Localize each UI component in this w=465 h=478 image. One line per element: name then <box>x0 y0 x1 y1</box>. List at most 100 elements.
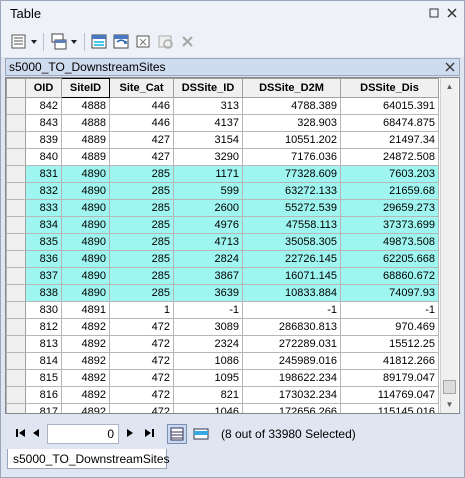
row-selector[interactable] <box>6 165 26 183</box>
table-cell[interactable]: 4889 <box>61 148 110 166</box>
table-cell[interactable]: 41812.266 <box>340 352 439 370</box>
table-cell[interactable]: 3639 <box>173 284 243 302</box>
table-cell[interactable]: 840 <box>25 148 62 166</box>
table-cell[interactable]: 4892 <box>61 369 110 387</box>
row-selector[interactable] <box>6 284 26 302</box>
table-row[interactable]: 837 4890 285 3867 16071.145 68860.672 <box>6 267 439 285</box>
table-cell[interactable]: 2324 <box>173 335 243 353</box>
table-cell[interactable]: 313 <box>173 97 243 115</box>
table-row[interactable]: 813 4892 472 2324 272289.031 15512.25 <box>6 335 439 353</box>
column-header-site-cat[interactable]: Site_Cat <box>109 78 174 98</box>
table-cell[interactable]: 843 <box>25 114 62 132</box>
table-cell[interactable]: 599 <box>173 182 243 200</box>
table-cell[interactable]: 815 <box>25 369 62 387</box>
table-cell[interactable]: 4890 <box>61 165 110 183</box>
clear-selection-button[interactable] <box>134 32 154 52</box>
scroll-down-button[interactable]: ▼ <box>441 396 458 413</box>
table-cell[interactable]: 446 <box>109 114 174 132</box>
column-header-dssite-id[interactable]: DSSite_ID <box>173 78 243 98</box>
show-selected-records-button[interactable] <box>191 424 211 444</box>
table-cell[interactable]: 245989.016 <box>242 352 341 370</box>
table-row[interactable]: 817 4892 472 1046 172656.266 115145.016 <box>6 403 439 413</box>
table-cell[interactable]: 4890 <box>61 250 110 268</box>
row-selector[interactable] <box>6 250 26 268</box>
row-selector[interactable] <box>6 335 26 353</box>
table-cell[interactable]: 22726.145 <box>242 250 341 268</box>
table-cell[interactable]: 4890 <box>61 216 110 234</box>
table-row[interactable]: 831 4890 285 1171 77328.609 7603.203 <box>6 165 439 183</box>
table-cell[interactable]: 4888 <box>61 114 110 132</box>
table-cell[interactable]: 198622.234 <box>242 369 341 387</box>
table-cell[interactable]: 89179.047 <box>340 369 439 387</box>
table-row[interactable]: 815 4892 472 1095 198622.234 89179.047 <box>6 369 439 387</box>
row-selector[interactable] <box>6 97 26 115</box>
last-record-button[interactable] <box>143 427 155 442</box>
table-cell[interactable]: 35058.305 <box>242 233 341 251</box>
table-cell[interactable]: -1 <box>340 301 439 319</box>
column-header-dssite-d2m[interactable]: DSSite_D2M <box>242 78 341 98</box>
table-cell[interactable]: 817 <box>25 403 62 413</box>
table-cell[interactable]: 285 <box>109 216 174 234</box>
table-cell[interactable]: 10833.884 <box>242 284 341 302</box>
table-cell[interactable]: 7176.036 <box>242 148 341 166</box>
table-cell[interactable]: 4888 <box>61 97 110 115</box>
table-cell[interactable]: 3154 <box>173 131 243 149</box>
table-cell[interactable]: 3089 <box>173 318 243 336</box>
table-row[interactable]: 836 4890 285 2824 22726.145 62205.668 <box>6 250 439 268</box>
table-cell[interactable]: 832 <box>25 182 62 200</box>
table-cell[interactable]: 4976 <box>173 216 243 234</box>
table-cell[interactable]: 2600 <box>173 199 243 217</box>
table-row[interactable]: 833 4890 285 2600 55272.539 29659.273 <box>6 199 439 217</box>
table-row[interactable]: 835 4890 285 4713 35058.305 49873.508 <box>6 233 439 251</box>
column-header-dssite-dis[interactable]: DSSite_Dis <box>340 78 439 98</box>
table-cell[interactable]: 472 <box>109 369 174 387</box>
table-cell[interactable]: 285 <box>109 267 174 285</box>
table-cell[interactable]: 285 <box>109 182 174 200</box>
table-cell[interactable]: -1 <box>173 301 243 319</box>
row-selector[interactable] <box>6 352 26 370</box>
previous-record-button[interactable] <box>31 427 41 442</box>
table-cell[interactable]: 472 <box>109 403 174 413</box>
table-cell[interactable]: 4137 <box>173 114 243 132</box>
row-selector[interactable] <box>6 301 26 319</box>
table-cell[interactable]: 172656.266 <box>242 403 341 413</box>
table-cell[interactable]: 4892 <box>61 335 110 353</box>
row-selector[interactable] <box>6 182 26 200</box>
show-all-records-button[interactable] <box>167 424 187 444</box>
row-selector[interactable] <box>6 403 26 413</box>
table-cell[interactable]: 68860.672 <box>340 267 439 285</box>
table-cell[interactable]: 3867 <box>173 267 243 285</box>
table-cell[interactable]: 77328.609 <box>242 165 341 183</box>
next-record-button[interactable] <box>125 427 135 442</box>
table-cell[interactable]: 62205.668 <box>340 250 439 268</box>
table-cell[interactable]: 115145.016 <box>340 403 439 413</box>
table-cell[interactable]: 285 <box>109 199 174 217</box>
vertical-scrollbar[interactable]: ▲ ▼ <box>440 78 458 413</box>
table-cell[interactable]: 831 <box>25 165 62 183</box>
table-cell[interactable]: 16071.145 <box>242 267 341 285</box>
table-cell[interactable]: 10551.202 <box>242 131 341 149</box>
table-cell[interactable]: 29659.273 <box>340 199 439 217</box>
table-row[interactable]: 816 4892 472 821 173032.234 114769.047 <box>6 386 439 404</box>
switch-selection-button[interactable] <box>112 32 132 52</box>
table-cell[interactable]: 814 <box>25 352 62 370</box>
table-cell[interactable]: 427 <box>109 148 174 166</box>
table-cell[interactable]: 836 <box>25 250 62 268</box>
row-selector[interactable] <box>6 131 26 149</box>
table-cell[interactable]: 821 <box>173 386 243 404</box>
table-cell[interactable]: 285 <box>109 165 174 183</box>
delete-selected-button[interactable] <box>178 32 198 52</box>
row-selector[interactable] <box>6 216 26 234</box>
record-number-field[interactable]: 0 <box>47 424 119 444</box>
table-row[interactable]: 812 4892 472 3089 286830.813 970.469 <box>6 318 439 336</box>
table-cell[interactable]: 816 <box>25 386 62 404</box>
table-cell[interactable]: 4713 <box>173 233 243 251</box>
table-cell[interactable]: 812 <box>25 318 62 336</box>
table-row[interactable]: 832 4890 285 599 63272.133 21659.68 <box>6 182 439 200</box>
table-cell[interactable]: 427 <box>109 131 174 149</box>
zoom-to-selected-button[interactable] <box>156 32 176 52</box>
table-cell[interactable]: 2824 <box>173 250 243 268</box>
table-cell[interactable]: 328.903 <box>242 114 341 132</box>
row-selector[interactable] <box>6 199 26 217</box>
select-by-attributes-button[interactable] <box>90 32 110 52</box>
